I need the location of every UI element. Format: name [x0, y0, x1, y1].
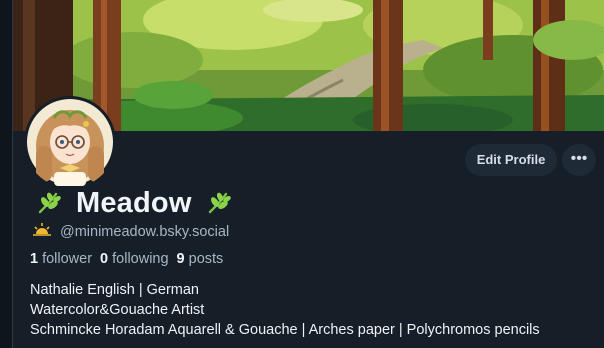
avatar-illustration [24, 96, 116, 188]
followers-count: 1 [30, 251, 39, 267]
bio-line: Nathalie English | German [30, 282, 199, 298]
left-rail [0, 0, 13, 348]
handle-row: @minimeadow.bsky.social [32, 222, 229, 242]
bio-line: Schmincke Horadam Aquarell & Gouache | A… [30, 322, 540, 338]
following-link[interactable]: 0 following [100, 251, 169, 267]
more-options-button[interactable]: ••• [562, 144, 596, 176]
posts-count: 9 [176, 251, 185, 267]
posts-label: posts [188, 251, 224, 267]
display-name-row: Meadow [36, 184, 232, 222]
edit-profile-button[interactable]: Edit Profile [465, 144, 557, 176]
following-label: following [112, 251, 169, 267]
leaf-icon [36, 190, 62, 216]
followers-link[interactable]: 1 follower [30, 251, 92, 267]
profile-page: Edit Profile ••• Meadow @minimeadow.bsky… [0, 0, 604, 348]
sunrise-icon [32, 222, 52, 243]
following-count: 0 [100, 251, 109, 267]
profile-bio: Nathalie English | German Watercolor&Gou… [30, 280, 540, 340]
profile-handle[interactable]: @minimeadow.bsky.social [60, 224, 229, 240]
bio-line: Watercolor&Gouache Artist [30, 302, 205, 318]
profile-stats: 1 follower 0 following 9 posts [30, 250, 223, 268]
avatar[interactable] [24, 96, 116, 188]
leaf-icon [206, 190, 232, 216]
posts-stat: 9 posts [177, 251, 224, 267]
ellipsis-icon: ••• [570, 150, 588, 167]
display-name: Meadow [76, 186, 192, 219]
followers-label: follower [42, 251, 93, 267]
